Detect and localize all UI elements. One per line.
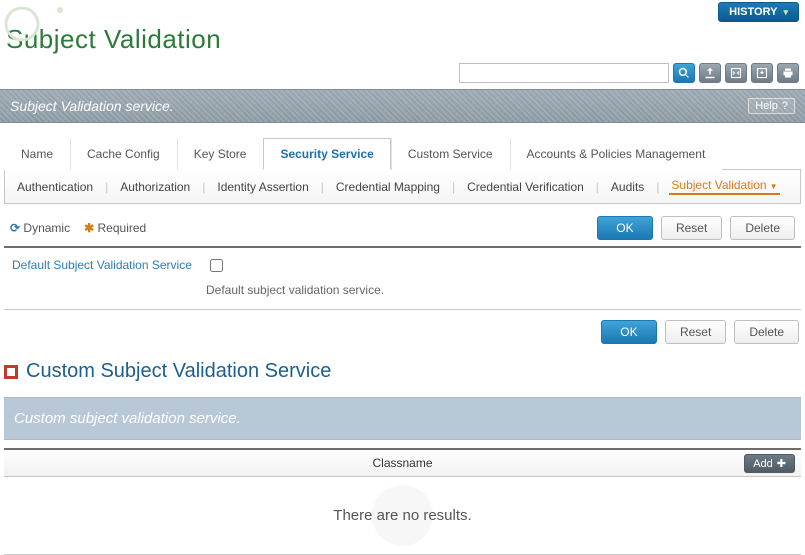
subtab-credential-verification[interactable]: Credential Verification <box>465 180 586 194</box>
subtab-authentication[interactable]: Authentication <box>15 180 95 194</box>
page-title: Subject Validation <box>6 24 805 55</box>
secondary-tabs: Authentication| Authorization| Identity … <box>5 170 800 203</box>
dropdown-icon: ▼ <box>770 182 778 191</box>
xml-icon <box>730 67 742 79</box>
print-button[interactable] <box>777 63 799 83</box>
history-label: HISTORY <box>729 6 777 18</box>
print-icon <box>782 67 794 79</box>
help-icon: ? <box>782 100 788 112</box>
tab-accounts-policies[interactable]: Accounts & Policies Management <box>510 138 723 170</box>
legend-dynamic: Dynamic <box>23 221 70 235</box>
ok-button[interactable]: OK <box>597 216 653 240</box>
add-label: Add <box>753 458 773 470</box>
xml-import-button[interactable] <box>751 63 773 83</box>
table-header: Classname Add ✚ <box>4 448 801 477</box>
custom-section-title: Custom Subject Validation Service <box>4 356 801 391</box>
subtab-identity-assertion[interactable]: Identity Assertion <box>215 180 310 194</box>
history-button[interactable]: HISTORY ▾ <box>718 2 799 22</box>
custom-section-title-text: Custom Subject Validation Service <box>26 360 331 383</box>
primary-tabs: Name Cache Config Key Store Security Ser… <box>4 137 801 170</box>
default-service-checkbox[interactable] <box>210 259 223 272</box>
subtab-credential-mapping[interactable]: Credential Mapping <box>334 180 442 194</box>
subtab-label: Subject Validation <box>671 178 766 192</box>
export-icon <box>704 67 716 79</box>
section-header-label: Subject Validation service. <box>10 98 174 114</box>
add-button[interactable]: Add ✚ <box>744 454 795 473</box>
subtab-authorization[interactable]: Authorization <box>118 180 192 194</box>
section-marker-icon <box>4 365 18 379</box>
search-input[interactable] <box>459 63 669 83</box>
tab-security-service[interactable]: Security Service <box>263 138 390 170</box>
delete-button-2[interactable]: Delete <box>734 320 799 344</box>
reset-button-2[interactable]: Reset <box>665 320 726 344</box>
subtab-subject-validation[interactable]: Subject Validation ▼ <box>669 178 779 195</box>
legend-required: Required <box>98 221 147 235</box>
tab-cache-config[interactable]: Cache Config <box>70 138 177 170</box>
xml-export-button[interactable] <box>725 63 747 83</box>
ok-button-2[interactable]: OK <box>601 320 657 344</box>
default-service-description: Default subject validation service. <box>206 283 797 297</box>
required-icon: ✱ <box>84 221 94 235</box>
xml-down-icon <box>756 67 768 79</box>
legend: ⟳ Dynamic ✱ Required <box>10 221 146 235</box>
chevron-down-icon: ▾ <box>783 7 788 18</box>
help-button[interactable]: Help ? <box>748 98 795 114</box>
search-icon <box>678 67 690 79</box>
reset-button[interactable]: Reset <box>661 216 722 240</box>
search-button[interactable] <box>673 63 695 83</box>
tab-name[interactable]: Name <box>4 138 70 170</box>
dynamic-icon: ⟳ <box>10 221 20 235</box>
custom-section-band: Custom subject validation service. <box>4 397 801 440</box>
empty-results: There are no results. <box>4 477 801 555</box>
tab-custom-service[interactable]: Custom Service <box>391 138 510 170</box>
default-service-row: Default Subject Validation Service Defau… <box>4 248 801 310</box>
column-classname: Classname <box>372 456 432 470</box>
tab-key-store[interactable]: Key Store <box>177 138 264 170</box>
plus-icon: ✚ <box>777 457 786 470</box>
subtab-audits[interactable]: Audits <box>609 180 646 194</box>
default-service-label: Default Subject Validation Service <box>8 256 198 272</box>
section-header-bar: Subject Validation service. Help ? <box>0 89 805 123</box>
delete-button[interactable]: Delete <box>730 216 795 240</box>
help-label: Help <box>755 100 778 112</box>
export-button[interactable] <box>699 63 721 83</box>
